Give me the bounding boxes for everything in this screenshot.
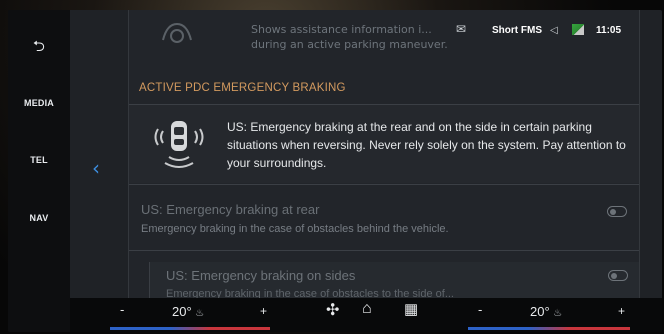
- temp-right-hot-bar: [570, 327, 630, 330]
- temp-right-decrease-button[interactable]: -: [478, 302, 482, 317]
- temp-left-cold-bar: [110, 327, 170, 330]
- section-header: ACTIVE PDC EMERGENCY BRAKING: [139, 82, 346, 94]
- temp-right-cold-bar: [468, 327, 528, 330]
- option-rear-desc: Emergency braking in the case of obstacl…: [141, 223, 449, 235]
- temp-left-decrease-button[interactable]: -: [120, 302, 124, 317]
- rear-braking-toggle[interactable]: [607, 206, 627, 217]
- seat-heat-right-icon: ♨: [553, 308, 563, 319]
- home-icon[interactable]: ⌂: [362, 300, 372, 318]
- rail-nav-button[interactable]: NAV: [8, 213, 70, 223]
- chevron-left-icon[interactable]: ‹: [92, 156, 100, 180]
- temp-left-gradient-bar: [170, 327, 210, 330]
- climate-bar: - 20° ♨ + ✣ ⌂ ▦ - 20° ♨ +: [70, 298, 662, 332]
- message-icon[interactable]: ✉: [456, 22, 466, 36]
- rail-media-button[interactable]: MEDIA: [8, 98, 70, 108]
- temp-left-hot-bar: [210, 327, 270, 330]
- pdc-car-icon: [149, 117, 209, 171]
- option-rear-title: US: Emergency braking at rear: [141, 202, 320, 217]
- option-sides-title: US: Emergency braking on sides: [166, 268, 356, 283]
- option-sides-desc: Emergency braking in the case of obstacl…: [166, 288, 454, 298]
- steering-assist-icon: [157, 18, 197, 48]
- temp-right-increase-button[interactable]: +: [618, 304, 625, 318]
- content-panel: ‹ Shows assistance information i... duri…: [70, 10, 662, 298]
- back-arrow-icon[interactable]: ⮌: [8, 36, 70, 61]
- apps-grid-icon[interactable]: ▦: [404, 300, 418, 318]
- rail-tel-button[interactable]: TEL: [8, 155, 70, 165]
- seat-heat-left-icon: ♨: [195, 308, 205, 319]
- temp-right-gradient-bar: [528, 327, 570, 330]
- idrive-screen: ⮌ MEDIA TEL NAV ‹ Shows assistance infor…: [8, 10, 662, 332]
- row-divider: [129, 250, 639, 251]
- clock: 11:05: [596, 25, 622, 36]
- temp-left-value: 20°: [172, 304, 192, 319]
- option-emergency-braking-sides[interactable]: US: Emergency braking on sides Emergency…: [149, 262, 639, 298]
- fan-icon[interactable]: ✣: [326, 300, 339, 320]
- left-rail: ⮌ MEDIA TEL NAV: [8, 10, 70, 332]
- pdc-info-card: US: Emergency braking at the rear and on…: [129, 105, 639, 183]
- volume-icon: ◁: [550, 25, 558, 36]
- temp-right-value: 20°: [530, 304, 550, 319]
- settings-list[interactable]: Shows assistance information i... during…: [128, 10, 640, 298]
- option-emergency-braking-rear[interactable]: US: Emergency braking at rear Emergency …: [129, 192, 639, 248]
- status-bar: ✉ Short FMS ◁ 11:05: [452, 20, 662, 40]
- audio-source-label[interactable]: Short FMS: [492, 25, 542, 36]
- pdc-info-text: US: Emergency braking at the rear and on…: [227, 120, 626, 170]
- sides-braking-toggle[interactable]: [608, 270, 628, 281]
- row-divider: [129, 184, 639, 185]
- temp-left-display[interactable]: 20° ♨: [172, 304, 204, 319]
- temp-left-increase-button[interactable]: +: [260, 304, 267, 318]
- parking-assist-info-text: Shows assistance information i... during…: [251, 23, 448, 51]
- connected-device-icon: [572, 24, 584, 35]
- temp-right-display[interactable]: 20° ♨: [530, 304, 562, 319]
